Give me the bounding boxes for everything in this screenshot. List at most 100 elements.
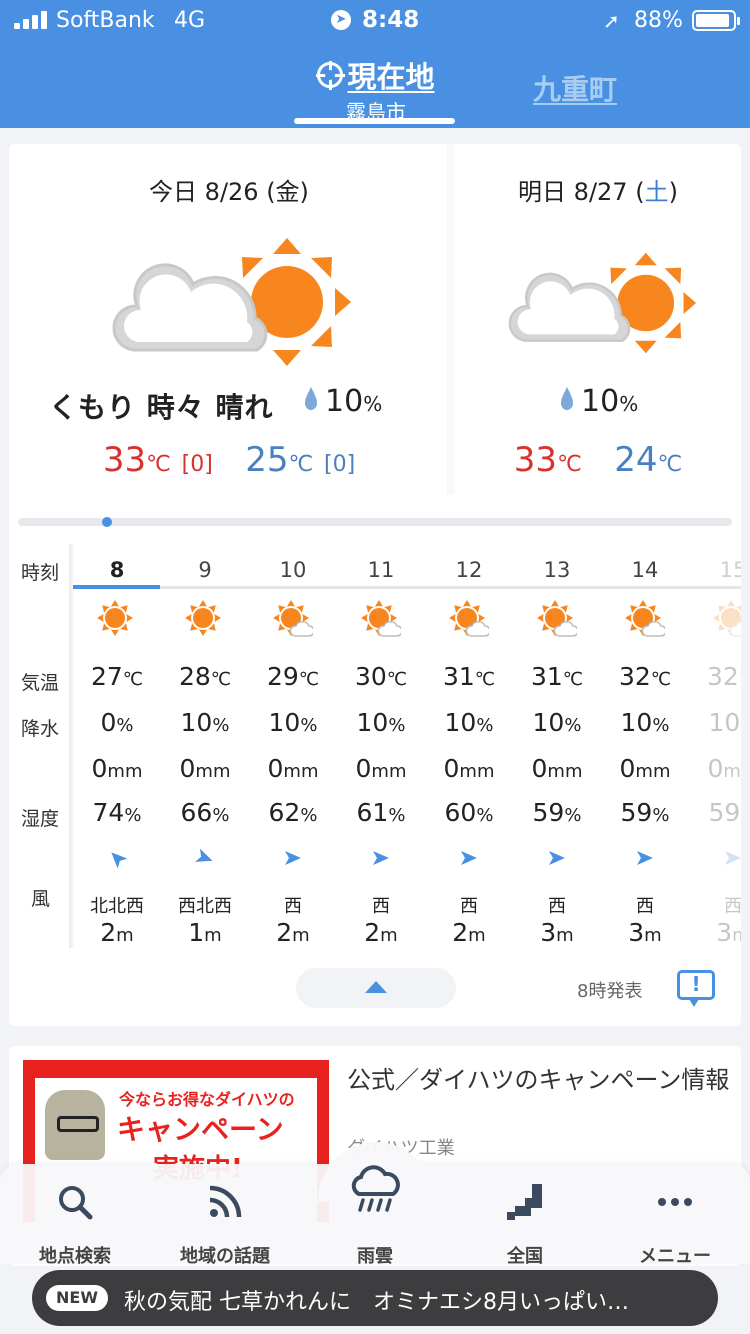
nav-rain-radar-label: 雨雲 bbox=[357, 1246, 393, 1267]
hour-label: 10 bbox=[279, 558, 307, 582]
feedback-icon[interactable]: ! bbox=[677, 970, 715, 1007]
hourly-scroll-track[interactable] bbox=[18, 517, 732, 527]
tomorrow-date: 明日 8/27 (土) bbox=[518, 178, 678, 206]
hour-precip-prob: 10% bbox=[708, 708, 741, 737]
hour-humidity: 61% bbox=[356, 798, 406, 827]
tab-current-location[interactable]: 現在地 霧島市 bbox=[296, 54, 456, 125]
sun-cloud-icon bbox=[361, 600, 403, 640]
hour-precip-mm: 0mm bbox=[91, 754, 143, 783]
hour-column: 15 32℃ 10% 0mm 59% 西3m bbox=[689, 544, 741, 948]
hour-precip-prob: 10% bbox=[180, 708, 230, 737]
hour-wind-speed: 1m bbox=[188, 918, 222, 947]
wind-arrow-icon bbox=[107, 848, 128, 869]
hour-precip-mm: 0mm bbox=[267, 754, 319, 783]
today-condition: くもり 時々 晴れ bbox=[49, 391, 274, 424]
today-rain-probability: 10% bbox=[305, 384, 382, 419]
hour-precip-prob: 10% bbox=[268, 708, 318, 737]
hourly-row-labels: 時刻 気温 降水 湿度 風 bbox=[9, 544, 73, 948]
hour-humidity: 66% bbox=[180, 798, 230, 827]
news-ticker[interactable]: NEW 秋の気配 七草かれんに オミナエシ8月いっぱい… bbox=[32, 1270, 718, 1326]
wind-arrow-icon bbox=[283, 848, 303, 868]
sun-cloud-icon bbox=[537, 600, 579, 640]
search-icon bbox=[59, 1186, 93, 1220]
cloud-sun-icon bbox=[112, 238, 351, 366]
hour-label: 11 bbox=[367, 558, 395, 582]
tomorrow-forecast[interactable]: 明日 8/27 (土) 10% 33℃ 24℃ bbox=[455, 144, 741, 494]
status-bar: SoftBank 4G ➤ 8:48 ➚ 88% bbox=[0, 0, 750, 40]
hour-precip-mm: 0mm bbox=[619, 754, 671, 783]
published-time: 8時発表 bbox=[577, 981, 643, 1002]
hour-temp: 31℃ bbox=[442, 662, 496, 691]
hour-label: 12 bbox=[455, 558, 483, 582]
hour-wind-speed: 2m bbox=[452, 918, 486, 947]
hour-wind-direction: 西 bbox=[284, 896, 302, 917]
hour-column: 10 29℃ 10% 0mm 62% 西 2m bbox=[249, 544, 337, 948]
hour-precip-mm: 0mm bbox=[531, 754, 583, 783]
hour-column: 12 31℃ 10% 0mm 60% 西 2m bbox=[425, 544, 513, 948]
tab-kokonoe[interactable]: 九重町 bbox=[533, 68, 617, 108]
hour-temp: 30℃ bbox=[354, 662, 408, 691]
hour-precip-mm: 0mm bbox=[443, 754, 495, 783]
hour-humidity: 59% bbox=[532, 798, 582, 827]
hour-wind-direction: 西北西 bbox=[178, 896, 232, 917]
hour-humidity: 60% bbox=[444, 798, 494, 827]
today-date: 今日 8/26 (金) bbox=[149, 178, 309, 206]
hour-wind-direction: 西 bbox=[724, 896, 741, 917]
hour-wind-direction: 西 bbox=[636, 896, 654, 917]
wind-arrow-icon bbox=[371, 848, 391, 868]
hour-column: 14 32℃ 10% 0mm 59% 西 3m bbox=[601, 544, 689, 948]
wind-arrow-icon bbox=[723, 848, 741, 868]
japan-map-icon bbox=[507, 1184, 542, 1220]
current-location-icon bbox=[316, 61, 346, 90]
hour-wind-direction: 西 bbox=[372, 896, 390, 917]
tomorrow-rain-probability: 10% bbox=[561, 384, 638, 419]
rss-icon bbox=[209, 1185, 242, 1218]
sun-icon bbox=[185, 600, 225, 640]
nav-nationwide[interactable]: 全国 bbox=[450, 1170, 600, 1267]
ad-title[interactable]: 公式／ダイハツのキャンペーン情報 bbox=[347, 1064, 731, 1096]
hour-humidity: 59% bbox=[620, 798, 670, 827]
nav-search[interactable]: 地点検索 bbox=[0, 1170, 150, 1267]
clock: 8:48 bbox=[362, 7, 420, 33]
day-divider bbox=[447, 144, 455, 494]
cloud-sun-icon bbox=[508, 252, 697, 354]
hour-wind-speed: 2m bbox=[276, 918, 310, 947]
hour-column: 9 28℃ 10% 0mm 66% 西北西 1m bbox=[161, 544, 249, 948]
nav-rain-radar[interactable]: 雨雲 bbox=[300, 1165, 450, 1267]
ad-image-line2: キャンペーン bbox=[117, 1113, 284, 1146]
sun-cloud-icon bbox=[273, 600, 315, 640]
scroll-position-dot[interactable] bbox=[102, 517, 112, 527]
hour-humidity: 62% bbox=[268, 798, 318, 827]
raindrop-icon bbox=[561, 387, 573, 410]
hour-wind-speed: 3m bbox=[628, 918, 662, 947]
nav-menu[interactable]: メニュー bbox=[600, 1170, 750, 1267]
hour-label: 9 bbox=[198, 558, 212, 582]
nav-nationwide-label: 全国 bbox=[507, 1246, 543, 1267]
carrier-name: SoftBank bbox=[56, 8, 155, 33]
collapse-button[interactable] bbox=[296, 968, 456, 1008]
today-forecast[interactable]: 今日 8/26 (金) くもり 時々 晴れ 10% 33℃ [0] 25℃ [0… bbox=[9, 144, 449, 494]
label-temp: 気温 bbox=[21, 672, 60, 694]
hour-precip-prob: 10% bbox=[444, 708, 494, 737]
ticker-text[interactable]: 秋の気配 七草かれんに オミナエシ8月いっぱい… bbox=[124, 1284, 704, 1316]
hour-wind-direction: 西 bbox=[548, 896, 566, 917]
hour-wind-speed: 2m bbox=[364, 918, 398, 947]
forecast-card: 今日 8/26 (金) くもり 時々 晴れ 10% 33℃ [0] 25℃ [0… bbox=[9, 144, 741, 1026]
hour-precip-prob: 10% bbox=[532, 708, 582, 737]
sun-cloud-icon bbox=[449, 600, 491, 640]
hour-temp: 28℃ bbox=[178, 662, 232, 691]
hour-temp: 29℃ bbox=[266, 662, 320, 691]
label-precip: 降水 bbox=[21, 718, 60, 740]
nav-local-topics-label: 地域の話題 bbox=[180, 1246, 270, 1267]
hourly-forecast-table[interactable]: 8 27℃ 0% 0mm 74% 北北西 2m 9 28℃ 10% 0mm 66% 西北西 1m 10 29℃… bbox=[73, 544, 741, 948]
network-type: 4G bbox=[174, 8, 206, 33]
hour-wind-speed: 2m bbox=[100, 918, 134, 947]
sun-icon bbox=[97, 600, 137, 640]
more-icon bbox=[658, 1198, 692, 1206]
tomorrow-low: 24℃ bbox=[614, 440, 683, 480]
tomorrow-high: 33℃ bbox=[513, 440, 582, 480]
sun-cloud-icon bbox=[625, 600, 667, 640]
hour-precip-mm: 0mm bbox=[707, 754, 742, 783]
hour-wind-direction: 西 bbox=[460, 896, 478, 917]
nav-local-topics[interactable]: 地域の話題 bbox=[150, 1170, 300, 1267]
